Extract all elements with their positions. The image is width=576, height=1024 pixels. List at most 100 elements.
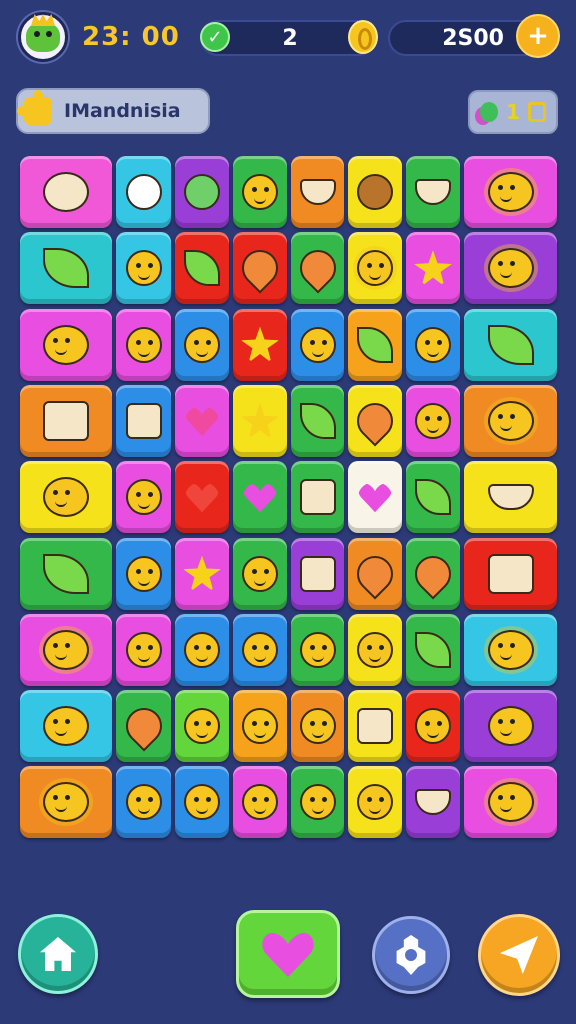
tile-star[interactable] [233, 308, 287, 381]
home-button[interactable] [18, 914, 98, 994]
leaf-icon [43, 553, 89, 594]
tile-face[interactable] [406, 308, 460, 381]
tile-drop[interactable] [348, 384, 402, 457]
tile-face[interactable] [291, 308, 344, 381]
tile-box[interactable] [116, 384, 171, 457]
tile-box[interactable] [20, 384, 112, 457]
tile-face[interactable] [291, 766, 344, 839]
face-icon [299, 326, 336, 363]
box-icon [43, 400, 89, 441]
tile-sun[interactable] [464, 766, 557, 839]
tile-ticket[interactable] [20, 156, 112, 228]
leaf-icon [184, 250, 220, 287]
tile-face[interactable] [20, 690, 112, 763]
face-icon [43, 324, 89, 365]
sun-icon [487, 629, 534, 670]
tile-face[interactable] [406, 690, 460, 763]
tile-blob[interactable] [175, 156, 229, 228]
star-icon [414, 250, 452, 287]
face-icon [125, 250, 162, 287]
tile-sun[interactable] [464, 613, 557, 686]
tile-drop[interactable] [233, 232, 287, 305]
heart-icon [262, 931, 314, 977]
leaf-icon [487, 324, 534, 365]
tile-sun[interactable] [20, 613, 112, 686]
lives-button[interactable] [236, 910, 340, 998]
tile-face[interactable] [116, 613, 171, 686]
tile-box[interactable] [291, 537, 344, 610]
face-icon [184, 784, 220, 821]
tile-heart[interactable] [348, 461, 402, 534]
tile-bowl[interactable] [406, 156, 460, 228]
tile-star[interactable] [233, 384, 287, 457]
tile-drop[interactable] [406, 537, 460, 610]
star-icon [183, 555, 221, 592]
tile-leaf[interactable] [348, 308, 402, 381]
tile-box[interactable] [464, 537, 557, 610]
tile-face[interactable] [291, 690, 344, 763]
tile-acorn[interactable] [348, 156, 402, 228]
tile-face[interactable] [175, 613, 229, 686]
tile-face[interactable] [116, 537, 171, 610]
tile-face[interactable] [175, 690, 229, 763]
tile-leaf[interactable] [20, 232, 112, 305]
tile-box[interactable] [348, 690, 402, 763]
tile-face[interactable] [233, 766, 287, 839]
tile-drop[interactable] [116, 690, 171, 763]
settings-button[interactable] [372, 916, 450, 994]
sun-icon [43, 629, 89, 670]
tile-star[interactable] [175, 537, 229, 610]
face-icon [357, 631, 393, 668]
tile-face[interactable] [175, 308, 229, 381]
tile-face[interactable] [348, 766, 402, 839]
tile-sun[interactable] [464, 232, 557, 305]
tile-sun[interactable] [20, 766, 112, 839]
tile-leaf[interactable] [291, 384, 344, 457]
ghost-icon [125, 174, 162, 210]
tile-face[interactable] [233, 537, 287, 610]
tile-leaf[interactable] [464, 308, 557, 381]
tile-face[interactable] [116, 232, 171, 305]
play-button[interactable] [478, 914, 560, 996]
tile-leaf[interactable] [406, 613, 460, 686]
tile-face[interactable] [20, 461, 112, 534]
tile-face[interactable] [116, 308, 171, 381]
tile-sun[interactable] [348, 232, 402, 305]
tile-leaf[interactable] [175, 232, 229, 305]
tile-drop[interactable] [291, 232, 344, 305]
face-icon [415, 326, 451, 363]
tile-face[interactable] [348, 613, 402, 686]
tile-sun[interactable] [464, 156, 557, 228]
tile-face[interactable] [116, 461, 171, 534]
face-icon [125, 784, 162, 821]
face-icon [242, 174, 278, 210]
tile-drop[interactable] [348, 537, 402, 610]
tile-face[interactable] [233, 156, 287, 228]
tile-leaf[interactable] [406, 461, 460, 534]
tile-bowl[interactable] [464, 461, 557, 534]
tile-ghost[interactable] [116, 156, 171, 228]
tile-face[interactable] [233, 690, 287, 763]
tile-face[interactable] [406, 384, 460, 457]
tile-face[interactable] [233, 613, 287, 686]
tile-bowl[interactable] [291, 156, 344, 228]
tile-heart[interactable] [175, 384, 229, 457]
tile-face[interactable] [20, 308, 112, 381]
tile-heart[interactable] [233, 461, 287, 534]
leaf-icon [43, 248, 89, 289]
tile-face[interactable] [291, 613, 344, 686]
leaf-icon [415, 631, 451, 668]
tile-box[interactable] [291, 461, 344, 534]
box-icon [487, 553, 534, 594]
tile-leaf[interactable] [20, 537, 112, 610]
tile-star[interactable] [406, 232, 460, 305]
tile-face[interactable] [464, 690, 557, 763]
tile-heart[interactable] [175, 461, 229, 534]
tile-face[interactable] [175, 766, 229, 839]
sun-icon [487, 400, 534, 441]
tile-bowl[interactable] [406, 766, 460, 839]
face-icon [242, 784, 278, 821]
blob-icon [184, 174, 220, 210]
tile-sun[interactable] [464, 384, 557, 457]
tile-face[interactable] [116, 766, 171, 839]
